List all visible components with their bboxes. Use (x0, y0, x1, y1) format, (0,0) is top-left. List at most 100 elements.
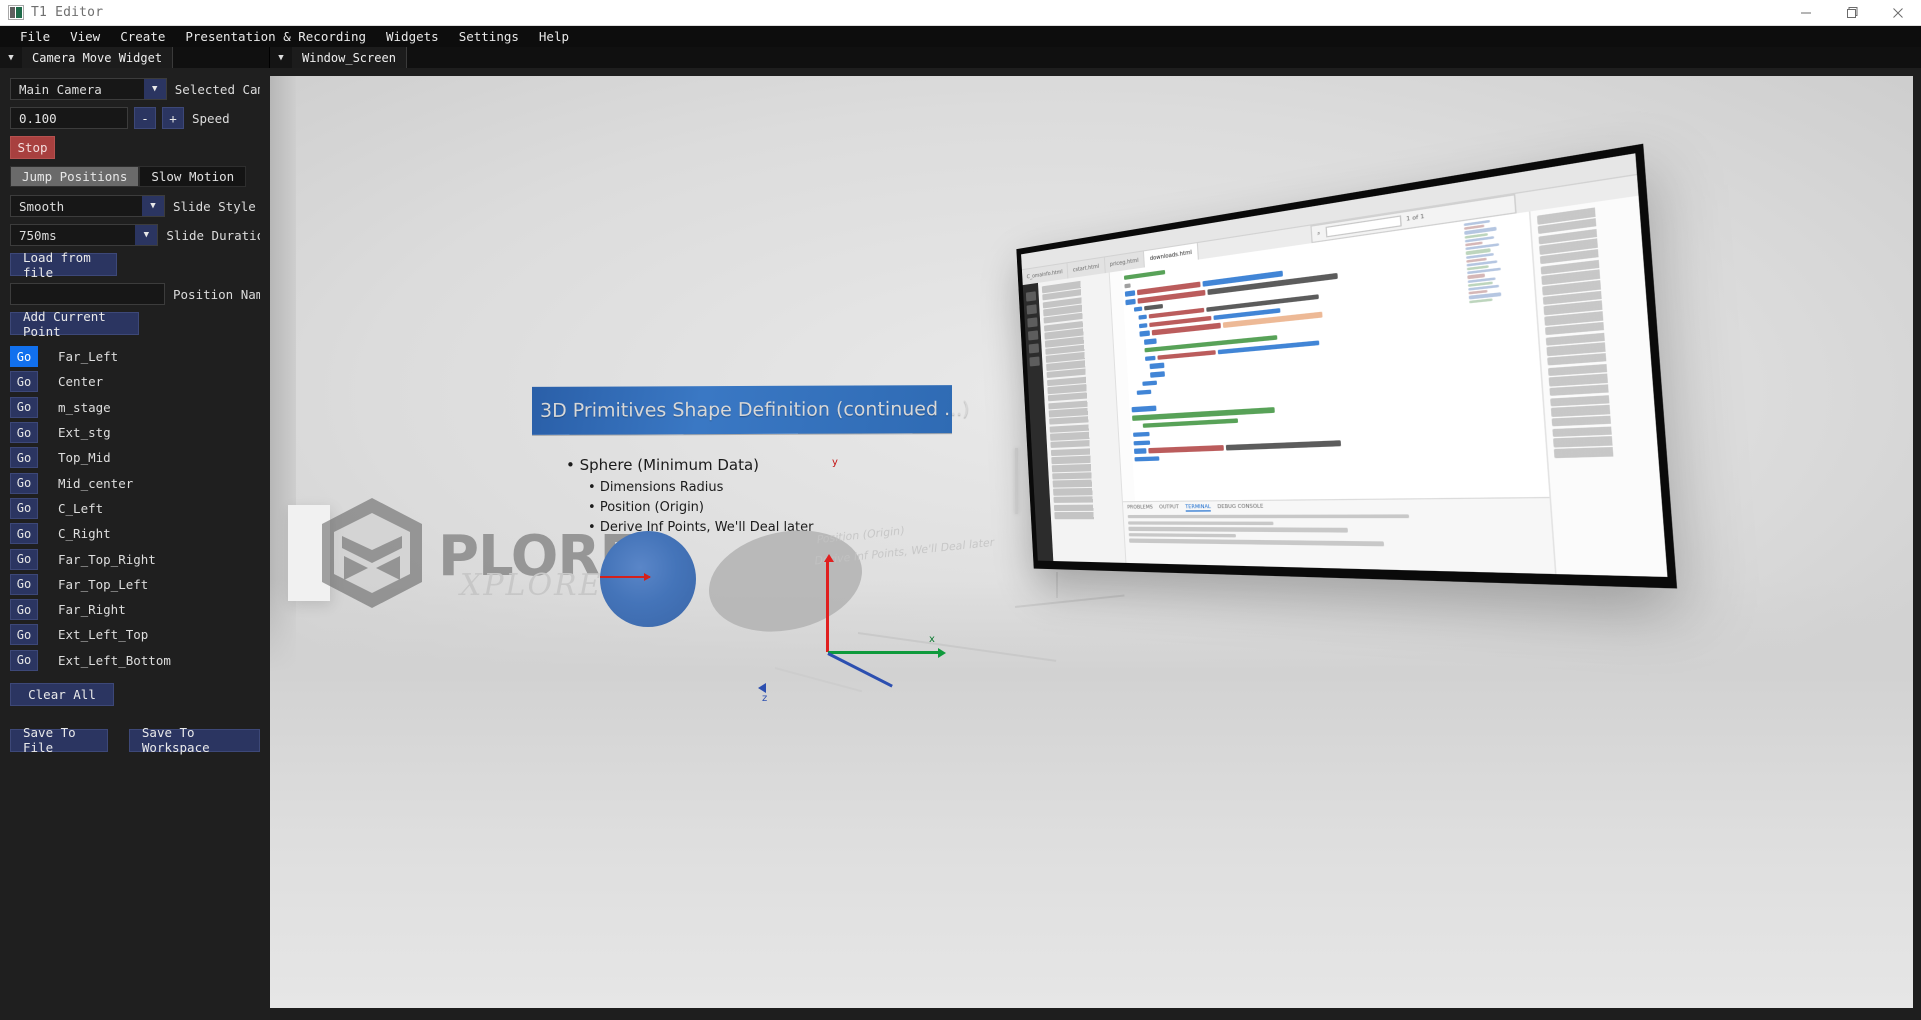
maximize-icon[interactable] (1829, 0, 1875, 26)
go-button-far-left[interactable]: Go (10, 346, 38, 368)
slide-duration-row: 750ms ▼ Slide Duratio (0, 224, 270, 246)
slide-style-value: Smooth (19, 198, 65, 214)
scene-left-slab (288, 504, 330, 601)
scene-floor (270, 579, 1913, 1008)
go-button-ext-left-bottom[interactable]: Go (10, 649, 38, 671)
chevron-down-icon: ▼ (142, 196, 164, 216)
menu-settings[interactable]: Settings (449, 27, 529, 46)
terminal-tab-problems[interactable]: PROBLEMS (1127, 505, 1153, 512)
bullet-level1: • Sphere (Minimum Data) (566, 456, 760, 474)
position-label: C_Left (58, 500, 104, 516)
list-item: Go C_Left (0, 496, 270, 521)
go-button-ext-stg[interactable]: Go (10, 422, 38, 444)
tab-jump-positions[interactable]: Jump Positions (10, 166, 140, 187)
terminal-tab-terminal[interactable]: TERMINAL (1185, 504, 1212, 512)
left-dock-header: ▼ Camera Move Widget (0, 47, 270, 68)
run-debug-icon[interactable] (1027, 330, 1039, 341)
close-icon[interactable] (1875, 0, 1921, 26)
go-button-ext-left-top[interactable]: Go (10, 624, 38, 646)
go-button-mid-center[interactable]: Go (10, 472, 38, 494)
list-item: Go Far_Right (0, 597, 270, 622)
camera-move-panel: Main Camera ▼ Selected Cam - + Speed Sto… (0, 68, 270, 1020)
position-label: Center (58, 374, 104, 390)
camera-select-row: Main Camera ▼ Selected Cam (0, 78, 270, 100)
add-current-point-button[interactable]: Add Current Point (10, 309, 139, 339)
position-label: Far_Top_Left (58, 576, 149, 592)
slide-style-label: Slide Style (173, 198, 256, 214)
list-item: Go C_Right (0, 521, 270, 546)
position-label: C_Right (58, 526, 111, 542)
source-control-icon[interactable] (1027, 317, 1038, 328)
chevron-down-icon: ▼ (135, 225, 158, 245)
go-button-m-stage[interactable]: Go (10, 396, 38, 418)
search-icon[interactable] (1026, 304, 1037, 315)
go-button-top-mid[interactable]: Go (10, 447, 38, 469)
tab-camera-move-widget[interactable]: Camera Move Widget (22, 47, 174, 68)
menu-view[interactable]: View (60, 27, 110, 46)
saved-positions-list: Go Far_Left Go Center Go m_stage Go Ext_… (0, 344, 270, 673)
go-button-far-top-right[interactable]: Go (10, 548, 38, 570)
clear-all-row: Clear All (0, 682, 270, 706)
tab-window-screen[interactable]: Window_Screen (292, 47, 407, 68)
bullet-level2: • Dimensions Radius (588, 480, 724, 495)
slide-style-dropdown[interactable]: Smooth ▼ (10, 195, 165, 217)
go-button-center[interactable]: Go (10, 371, 38, 393)
position-name-label: Position Name (173, 286, 260, 302)
speed-input[interactable] (10, 107, 128, 129)
tab-slow-motion[interactable]: Slow Motion (139, 166, 247, 187)
save-to-workspace-button[interactable]: Save To Workspace (128, 725, 260, 755)
position-label: Far_Left (58, 349, 119, 365)
bullet-text: Position (Origin) (599, 500, 704, 515)
explorer-icon[interactable] (1025, 291, 1037, 302)
3d-viewport[interactable]: PLORE XPLORE 3D Primitives Shape Definit… (270, 68, 1921, 1020)
speed-decrement-button[interactable]: - (134, 107, 156, 129)
list-item: Go Top_Mid (0, 445, 270, 470)
left-dock-filler (173, 47, 269, 68)
go-button-far-right[interactable]: Go (10, 599, 38, 621)
position-label: Ext_Left_Bottom (58, 652, 171, 668)
position-label: Ext_Left_Top (58, 627, 149, 643)
camera-select-label: Selected Cam (174, 81, 260, 97)
menu-help[interactable]: Help (529, 27, 579, 46)
vscode-code-editor[interactable]: PROBLEMS OUTPUT TERMINAL DEBUG CONSOLE (1109, 211, 1555, 575)
list-item: Go Ext_Left_Bottom (0, 648, 270, 673)
dock-tab-row: ▼ Camera Move Widget ▼ Window_Screen (0, 47, 1921, 68)
load-from-file-button[interactable]: Load from file (10, 250, 117, 280)
speed-label: Speed (192, 110, 230, 126)
terminal-tab-debug-console[interactable]: DEBUG CONSOLE (1217, 504, 1263, 511)
menu-file[interactable]: File (10, 27, 60, 46)
slide-style-row: Smooth ▼ Slide Style (0, 195, 270, 217)
position-name-input[interactable] (10, 283, 165, 305)
title-bar: T1 Editor (0, 0, 1921, 26)
go-button-c-left[interactable]: Go (10, 497, 38, 519)
stop-button[interactable]: Stop (10, 136, 55, 159)
list-item: Go Far_Top_Left (0, 572, 270, 597)
clear-all-button[interactable]: Clear All (10, 682, 114, 706)
terminal-tab-output[interactable]: OUTPUT (1159, 505, 1179, 512)
axis-gizmo: y x z (758, 457, 946, 704)
menu-widgets[interactable]: Widgets (376, 27, 449, 46)
extensions-icon[interactable] (1028, 343, 1040, 354)
3d-scene[interactable]: PLORE XPLORE 3D Primitives Shape Definit… (270, 76, 1913, 1008)
axis-x-line (828, 651, 940, 654)
scene-monitor-screen[interactable]: C_omainfo.html cstart.html priceg.html d… (1016, 143, 1678, 589)
right-dock-chevron-down-icon[interactable]: ▼ (270, 47, 292, 68)
remote-icon[interactable] (1029, 356, 1040, 367)
menu-create[interactable]: Create (110, 27, 175, 46)
axis-z-label: z (762, 693, 768, 704)
vscode-terminal-panel[interactable]: PROBLEMS OUTPUT TERMINAL DEBUG CONSOLE (1122, 496, 1555, 575)
list-item: Go Mid_center (0, 470, 270, 495)
speed-increment-button[interactable]: + (162, 107, 184, 129)
slide-duration-dropdown[interactable]: 750ms ▼ (10, 224, 159, 246)
left-dock-chevron-down-icon[interactable]: ▼ (0, 47, 22, 68)
camera-select-dropdown[interactable]: Main Camera ▼ (10, 78, 167, 100)
go-button-far-top-left[interactable]: Go (10, 573, 38, 595)
minimize-icon[interactable] (1783, 0, 1829, 26)
bullet-text: Sphere (Minimum Data) (579, 456, 760, 474)
menu-presentation-recording[interactable]: Presentation & Recording (175, 27, 376, 46)
bullet-level2: • Position (Origin) (588, 500, 704, 515)
go-button-c-right[interactable]: Go (10, 523, 38, 545)
scene-divider-bar (1015, 448, 1018, 514)
camera-select-value: Main Camera (19, 81, 102, 97)
save-to-file-button[interactable]: Save To File (10, 725, 108, 755)
